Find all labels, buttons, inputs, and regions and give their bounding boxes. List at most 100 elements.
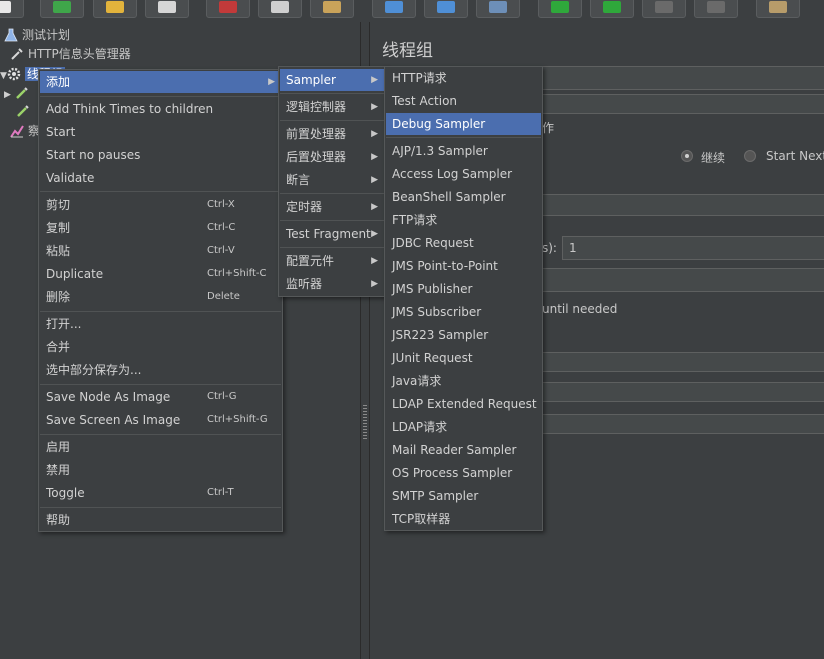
expand-icon — [385, 1, 403, 13]
comments-field[interactable] — [531, 94, 824, 114]
menu-item-sampler[interactable]: Sampler ▶ — [280, 69, 384, 91]
copy-button[interactable] — [258, 0, 302, 18]
menu-item-jms-point-to-point[interactable]: JMS Point-to-Point — [386, 255, 541, 277]
toggle-button[interactable] — [476, 0, 520, 18]
flask-icon — [4, 28, 18, 42]
menu-separator — [40, 96, 281, 97]
menu-item-open[interactable]: 打开... — [40, 313, 281, 335]
menu-item-http-request[interactable]: HTTP请求 — [386, 67, 541, 89]
menu-item-jdbc-request[interactable]: JDBC Request — [386, 232, 541, 254]
menu-item-enable[interactable]: 启用 — [40, 436, 281, 458]
threads-field[interactable] — [531, 194, 824, 216]
menu-item-cut[interactable]: 剪切 Ctrl-X — [40, 194, 281, 216]
menu-item-jsr223-sampler[interactable]: JSR223 Sampler — [386, 324, 541, 346]
menu-item-assertion[interactable]: 断言 ▶ — [280, 169, 384, 191]
menu-separator — [280, 93, 384, 94]
menu-item-ftp-request[interactable]: FTP请求 — [386, 209, 541, 231]
menu-item-beanshell-sampler[interactable]: BeanShell Sampler — [386, 186, 541, 208]
menu-item-java-request[interactable]: Java请求 — [386, 370, 541, 392]
menu-item-os-process-sampler[interactable]: OS Process Sampler — [386, 462, 541, 484]
cut-button[interactable] — [206, 0, 250, 18]
tree-node-sampler[interactable]: ▶ — [4, 84, 33, 102]
menu-item-start[interactable]: Start — [40, 121, 281, 143]
menu-item-ldap-request[interactable]: LDAP请求 — [386, 416, 541, 438]
menu-separator — [280, 247, 384, 248]
menu-item-logic-controller[interactable]: 逻辑控制器 ▶ — [280, 96, 384, 118]
tree-node-sampler-2[interactable] — [16, 102, 34, 120]
save-button[interactable] — [145, 0, 189, 18]
shutdown-button[interactable] — [694, 0, 738, 18]
duration-field[interactable] — [531, 352, 824, 372]
menu-item-save-node-as-image[interactable]: Save Node As Image Ctrl-G — [40, 386, 281, 408]
menu-item-post-processor[interactable]: 后置处理器 ▶ — [280, 146, 384, 168]
menu-item-copy[interactable]: 复制 Ctrl-C — [40, 217, 281, 239]
menu-item-start-no-pauses[interactable]: Start no pauses — [40, 144, 281, 166]
chevron-right-icon[interactable]: ▶ — [4, 90, 11, 100]
new-button[interactable] — [0, 0, 24, 18]
menu-separator — [40, 191, 281, 192]
chevron-right-icon: ▶ — [371, 175, 378, 185]
chevron-down-icon[interactable]: ▼ — [0, 71, 7, 81]
menu-item-disable[interactable]: 禁用 — [40, 459, 281, 481]
menu-item-save-screen-as-image[interactable]: Save Screen As Image Ctrl+Shift-G — [40, 409, 281, 431]
start-button[interactable] — [538, 0, 582, 18]
menu-item-debug-sampler[interactable]: Debug Sampler — [386, 113, 541, 135]
toolbar — [0, 0, 824, 20]
clear-all-button[interactable] — [756, 0, 800, 18]
startup-delay-field[interactable] — [531, 382, 824, 402]
menu-item-jms-publisher[interactable]: JMS Publisher — [386, 278, 541, 300]
menu-item-paste[interactable]: 粘贴 Ctrl-V — [40, 240, 281, 262]
name-field[interactable] — [531, 66, 824, 90]
expand-button[interactable] — [372, 0, 416, 18]
menu-item-ldap-extended-request[interactable]: LDAP Extended Request — [386, 393, 541, 415]
menu-item-delete[interactable]: 删除 Delete — [40, 286, 281, 308]
menu-item-add-think-times[interactable]: Add Think Times to children — [40, 98, 281, 120]
loop-count-field[interactable] — [531, 268, 824, 292]
menu-item-listener[interactable]: 监听器 ▶ — [280, 273, 384, 295]
menu-separator — [386, 137, 541, 138]
menu-item-jms-subscriber[interactable]: JMS Subscriber — [386, 301, 541, 323]
menu-item-config-element[interactable]: 配置元件 ▶ — [280, 250, 384, 272]
menu-item-junit-request[interactable]: JUnit Request — [386, 347, 541, 369]
menu-item-test-fragment[interactable]: Test Fragment ▶ — [280, 223, 384, 245]
tree-node-header-manager[interactable]: HTTP信息头管理器 — [10, 45, 131, 63]
menu-separator — [40, 384, 281, 385]
menu-item-toggle[interactable]: Toggle Ctrl-T — [40, 482, 281, 504]
menu-item-smtp-sampler[interactable]: SMTP Sampler — [386, 485, 541, 507]
stop-button[interactable] — [642, 0, 686, 18]
chevron-right-icon: ▶ — [268, 77, 275, 87]
start-next-radio[interactable] — [744, 150, 756, 162]
menu-item-ajp-sampler[interactable]: AJP/1.3 Sampler — [386, 140, 541, 162]
menu-item-validate[interactable]: Validate — [40, 167, 281, 189]
menu-item-merge[interactable]: 合并 — [40, 336, 281, 358]
menu-item-help[interactable]: 帮助 — [40, 509, 281, 531]
menu-item-add[interactable]: 添加 ▶ — [40, 71, 281, 93]
menu-separator — [280, 220, 384, 221]
templates-icon — [53, 1, 71, 13]
menu-item-access-log-sampler[interactable]: Access Log Sampler — [386, 163, 541, 185]
menu-item-timer[interactable]: 定时器 ▶ — [280, 196, 384, 218]
menu-item-test-action[interactable]: Test Action — [386, 90, 541, 112]
menu-item-pre-processor[interactable]: 前置处理器 ▶ — [280, 123, 384, 145]
tree-node-listener[interactable]: 察 — [10, 122, 40, 140]
menu-item-tcp-sampler[interactable]: TCP取样器 — [386, 508, 541, 530]
ramp-up-field[interactable]: 1 — [562, 236, 824, 260]
ramp-up-value: 1 — [569, 241, 577, 255]
collapse-button[interactable] — [424, 0, 468, 18]
continue-radio[interactable] — [681, 150, 693, 162]
chart-icon — [10, 125, 24, 138]
menu-item-mail-reader-sampler[interactable]: Mail Reader Sampler — [386, 439, 541, 461]
templates-button[interactable] — [40, 0, 84, 18]
add-submenu: Sampler ▶ 逻辑控制器 ▶ 前置处理器 ▶ 后置处理器 ▶ 断言 ▶ 定时器 ▶ T… — [278, 66, 386, 297]
menu-item-save-selection-as[interactable]: 选中部分保存为... — [40, 359, 281, 381]
tree-node-test-plan[interactable]: 测试计划 — [4, 26, 70, 44]
end-field[interactable] — [531, 414, 824, 434]
splitter-grip[interactable] — [363, 405, 367, 441]
open-button[interactable] — [93, 0, 137, 18]
start-no-pause-button[interactable] — [590, 0, 634, 18]
open-icon — [106, 1, 124, 13]
paste-button[interactable] — [310, 0, 354, 18]
chevron-right-icon: ▶ — [371, 102, 378, 112]
error-action-label: 作 — [542, 121, 555, 135]
menu-item-duplicate[interactable]: Duplicate Ctrl+Shift-C — [40, 263, 281, 285]
